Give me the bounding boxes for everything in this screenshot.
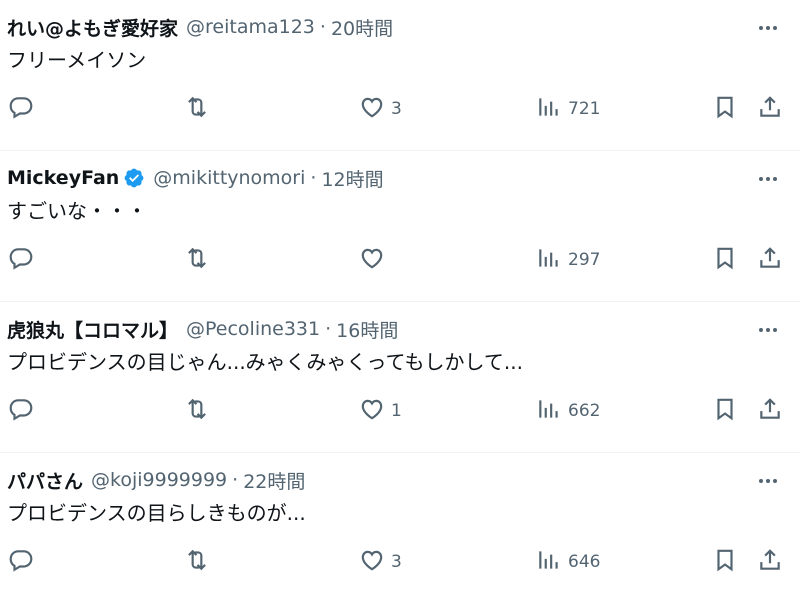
heart-icon <box>359 245 385 276</box>
share-icon <box>757 547 783 578</box>
share-button[interactable] <box>757 396 783 426</box>
heart-icon <box>359 547 385 578</box>
reply-icon <box>8 94 34 125</box>
heart-icon <box>359 94 385 125</box>
reply-text: プロビデンスの目らしきものが... <box>7 501 306 525</box>
action-bar: 1 662 <box>0 396 800 426</box>
retweet-icon <box>184 396 210 427</box>
separator-dot: · <box>325 318 332 340</box>
views-button[interactable]: 646 <box>536 547 600 577</box>
bookmark-button[interactable] <box>712 94 738 124</box>
reply-header: れい@よもぎ愛好家 @reitama123 · 20時間 <box>7 14 393 40</box>
views-icon <box>536 245 562 276</box>
like-count: 1 <box>391 401 402 421</box>
views-count: 662 <box>568 401 601 421</box>
bookmark-icon <box>712 547 738 578</box>
reply-icon <box>8 547 34 578</box>
views-icon <box>536 94 562 125</box>
author-handle[interactable]: @reitama123 <box>186 16 315 38</box>
more-icon[interactable] <box>756 18 780 38</box>
like-count: 3 <box>391 552 402 572</box>
post-time[interactable]: 22時間 <box>243 467 305 494</box>
author-handle[interactable]: @koji9999999 <box>91 469 227 491</box>
reply-post[interactable]: 虎狼丸【コロマル】 @Pecoline331 · 16時間 プロビデンスの目じゃ… <box>0 302 800 453</box>
more-icon[interactable] <box>756 320 780 340</box>
retweet-icon <box>184 94 210 125</box>
share-icon <box>757 94 783 125</box>
views-count: 297 <box>568 250 601 270</box>
reply-header: MickeyFan @mikittynomori · 12時間 <box>7 165 384 191</box>
separator-dot: · <box>319 16 326 38</box>
views-button[interactable]: 721 <box>536 94 600 124</box>
verified-badge-icon <box>123 167 145 189</box>
reply-text: フリーメイソン <box>7 48 147 72</box>
like-button[interactable]: 3 <box>359 94 402 124</box>
views-count: 646 <box>568 552 601 572</box>
post-time[interactable]: 20時間 <box>331 14 393 41</box>
action-bar: 297 <box>0 245 800 275</box>
retweet-icon <box>184 547 210 578</box>
retweet-button[interactable] <box>184 547 210 577</box>
reply-button[interactable] <box>8 547 34 577</box>
bookmark-button[interactable] <box>712 245 738 275</box>
views-count: 721 <box>568 99 601 119</box>
reply-feed: れい@よもぎ愛好家 @reitama123 · 20時間 フリーメイソン 3 7… <box>0 0 800 604</box>
author-handle[interactable]: @Pecoline331 <box>186 318 320 340</box>
like-button[interactable]: 3 <box>359 547 402 577</box>
retweet-button[interactable] <box>184 94 210 124</box>
reply-header: パパさん @koji9999999 · 22時間 <box>7 467 305 493</box>
reply-header: 虎狼丸【コロマル】 @Pecoline331 · 16時間 <box>7 316 398 342</box>
bookmark-icon <box>712 396 738 427</box>
retweet-button[interactable] <box>184 245 210 275</box>
reply-post[interactable]: MickeyFan @mikittynomori · 12時間 すごいな・・・ <box>0 151 800 302</box>
separator-dot: · <box>232 469 239 491</box>
reply-post[interactable]: れい@よもぎ愛好家 @reitama123 · 20時間 フリーメイソン 3 7… <box>0 0 800 151</box>
author-name[interactable]: MickeyFan <box>7 167 119 189</box>
views-button[interactable]: 297 <box>536 245 600 275</box>
post-time[interactable]: 16時間 <box>336 316 398 343</box>
bookmark-icon <box>712 245 738 276</box>
reply-icon <box>8 245 34 276</box>
views-icon <box>536 396 562 427</box>
like-button[interactable]: 1 <box>359 396 402 426</box>
bookmark-button[interactable] <box>712 396 738 426</box>
reply-post[interactable]: パパさん @koji9999999 · 22時間 プロビデンスの目らしきものが.… <box>0 453 800 604</box>
like-count: 3 <box>391 99 402 119</box>
like-button[interactable] <box>359 245 391 275</box>
reply-button[interactable] <box>8 94 34 124</box>
share-button[interactable] <box>757 245 783 275</box>
bookmark-icon <box>712 94 738 125</box>
post-time[interactable]: 12時間 <box>321 165 383 192</box>
heart-icon <box>359 396 385 427</box>
reply-icon <box>8 396 34 427</box>
retweet-icon <box>184 245 210 276</box>
action-bar: 3 721 <box>0 94 800 124</box>
more-icon[interactable] <box>756 471 780 491</box>
views-button[interactable]: 662 <box>536 396 600 426</box>
reply-text: プロビデンスの目じゃん...みゃくみゃくってもしかして... <box>7 350 523 374</box>
reply-button[interactable] <box>8 245 34 275</box>
separator-dot: · <box>310 167 317 189</box>
author-handle[interactable]: @mikittynomori <box>153 167 305 189</box>
views-icon <box>536 547 562 578</box>
share-icon <box>757 396 783 427</box>
action-bar: 3 646 <box>0 547 800 577</box>
bookmark-button[interactable] <box>712 547 738 577</box>
share-icon <box>757 245 783 276</box>
author-name[interactable]: 虎狼丸【コロマル】 <box>7 316 178 343</box>
author-name[interactable]: れい@よもぎ愛好家 <box>7 14 178 41</box>
share-button[interactable] <box>757 94 783 124</box>
reply-button[interactable] <box>8 396 34 426</box>
share-button[interactable] <box>757 547 783 577</box>
more-icon[interactable] <box>756 169 780 189</box>
reply-text: すごいな・・・ <box>7 199 147 223</box>
author-name[interactable]: パパさん <box>7 467 83 494</box>
retweet-button[interactable] <box>184 396 210 426</box>
